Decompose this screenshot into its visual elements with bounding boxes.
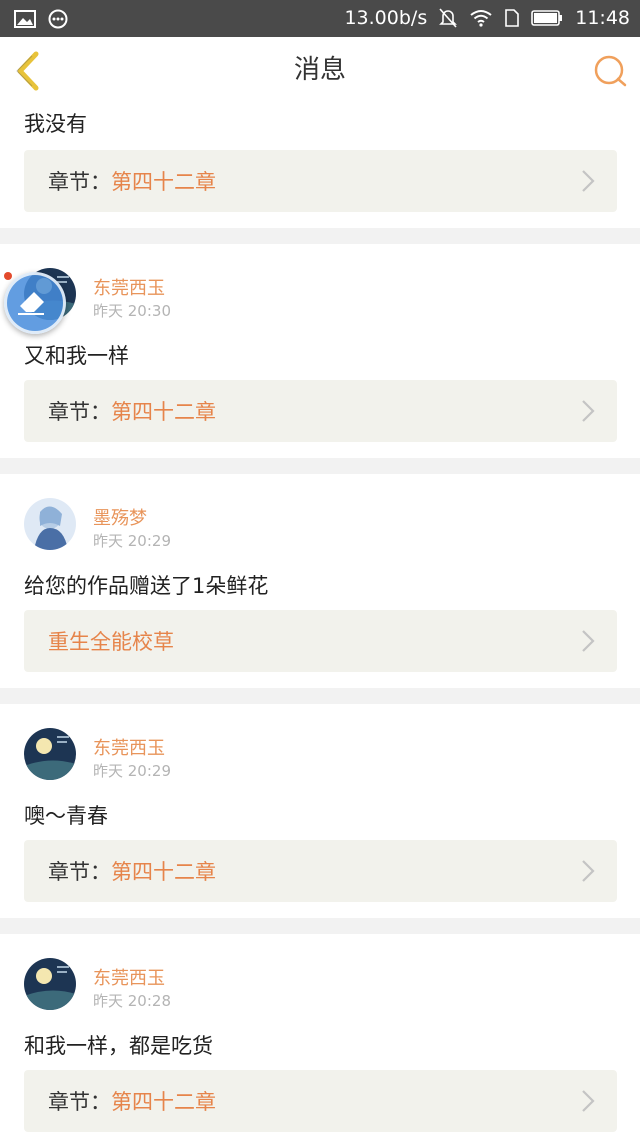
floating-assistant-button[interactable] xyxy=(4,272,66,334)
page-title: 消息 xyxy=(293,55,346,85)
message-item: 东莞西玉 昨天 20:29 噢～青春 章节：第四十二章 xyxy=(0,704,640,918)
message-item: 东莞西玉 昨天 20:30 又和我一样 章节：第四十二章 xyxy=(0,244,640,458)
message-item: 墨殇梦 昨天 20:29 给您的作品赠送了1朵鲜花 重生全能校草 xyxy=(0,474,640,688)
header-bar: 消息 xyxy=(0,37,640,105)
message-text: 和我一样，都是吃货 xyxy=(24,1034,213,1058)
battery-icon xyxy=(531,10,563,26)
message-text: 给您的作品赠送了1朵鲜花 xyxy=(24,574,269,598)
search-button[interactable] xyxy=(592,53,628,89)
username[interactable]: 东莞西玉 xyxy=(93,964,165,990)
search-icon xyxy=(594,55,627,87)
avatar[interactable] xyxy=(24,958,76,1010)
sim-icon xyxy=(505,9,520,27)
divider xyxy=(0,458,640,474)
chapter-link[interactable]: 章节：第四十二章 xyxy=(24,840,617,902)
divider xyxy=(0,918,640,934)
message-list: 我没有 章节：第四十二章 东莞西玉 昨天 20:30 又和我一样 章节：第四十二 xyxy=(0,104,640,1148)
mute-icon xyxy=(439,8,458,28)
eraser-icon xyxy=(18,292,44,315)
avatar[interactable] xyxy=(24,728,76,780)
ref-prefix: 章节： xyxy=(48,170,111,194)
ref-title: 重生全能校草 xyxy=(48,630,174,654)
timestamp: 昨天 20:28 xyxy=(93,992,171,1010)
ref-title: 第四十二章 xyxy=(111,1090,216,1114)
timestamp: 昨天 20:29 xyxy=(93,532,171,550)
message-text: 我没有 xyxy=(24,112,87,136)
divider xyxy=(0,688,640,704)
ref-prefix: 章节： xyxy=(48,1090,111,1114)
status-bar: 13.00b/s 11:48 xyxy=(0,0,640,37)
message-item: 东莞西玉 昨天 20:28 和我一样，都是吃货 章节：第四十二章 xyxy=(0,934,640,1148)
avatar[interactable] xyxy=(24,498,76,550)
ref-title: 第四十二章 xyxy=(111,400,216,424)
ref-title: 第四十二章 xyxy=(111,170,216,194)
ref-prefix: 章节： xyxy=(48,400,111,424)
username[interactable]: 东莞西玉 xyxy=(93,734,165,760)
divider xyxy=(0,228,640,244)
clock: 11:48 xyxy=(575,7,630,29)
image-icon xyxy=(14,10,36,28)
username[interactable]: 墨殇梦 xyxy=(93,504,147,530)
chapter-link[interactable]: 章节：第四十二章 xyxy=(24,150,617,212)
wifi-icon xyxy=(470,10,492,27)
chevron-right-icon xyxy=(582,860,595,882)
timestamp: 昨天 20:30 xyxy=(93,302,171,320)
chevron-right-icon xyxy=(582,630,595,652)
chevron-right-icon xyxy=(582,400,595,422)
message-item: 我没有 章节：第四十二章 xyxy=(0,104,640,228)
chapter-link[interactable]: 章节：第四十二章 xyxy=(24,1070,617,1132)
chevron-right-icon xyxy=(582,1090,595,1112)
chapter-link[interactable]: 章节：第四十二章 xyxy=(24,380,617,442)
timestamp: 昨天 20:29 xyxy=(93,762,171,780)
book-link[interactable]: 重生全能校草 xyxy=(24,610,617,672)
network-speed: 13.00b/s xyxy=(344,7,428,29)
username[interactable]: 东莞西玉 xyxy=(93,274,165,300)
ref-prefix: 章节： xyxy=(48,860,111,884)
chevron-right-icon xyxy=(582,170,595,192)
message-text: 又和我一样 xyxy=(24,344,129,368)
ref-title: 第四十二章 xyxy=(111,860,216,884)
more-icon xyxy=(48,9,68,29)
notification-dot xyxy=(4,272,12,280)
message-text: 噢～青春 xyxy=(24,804,108,828)
